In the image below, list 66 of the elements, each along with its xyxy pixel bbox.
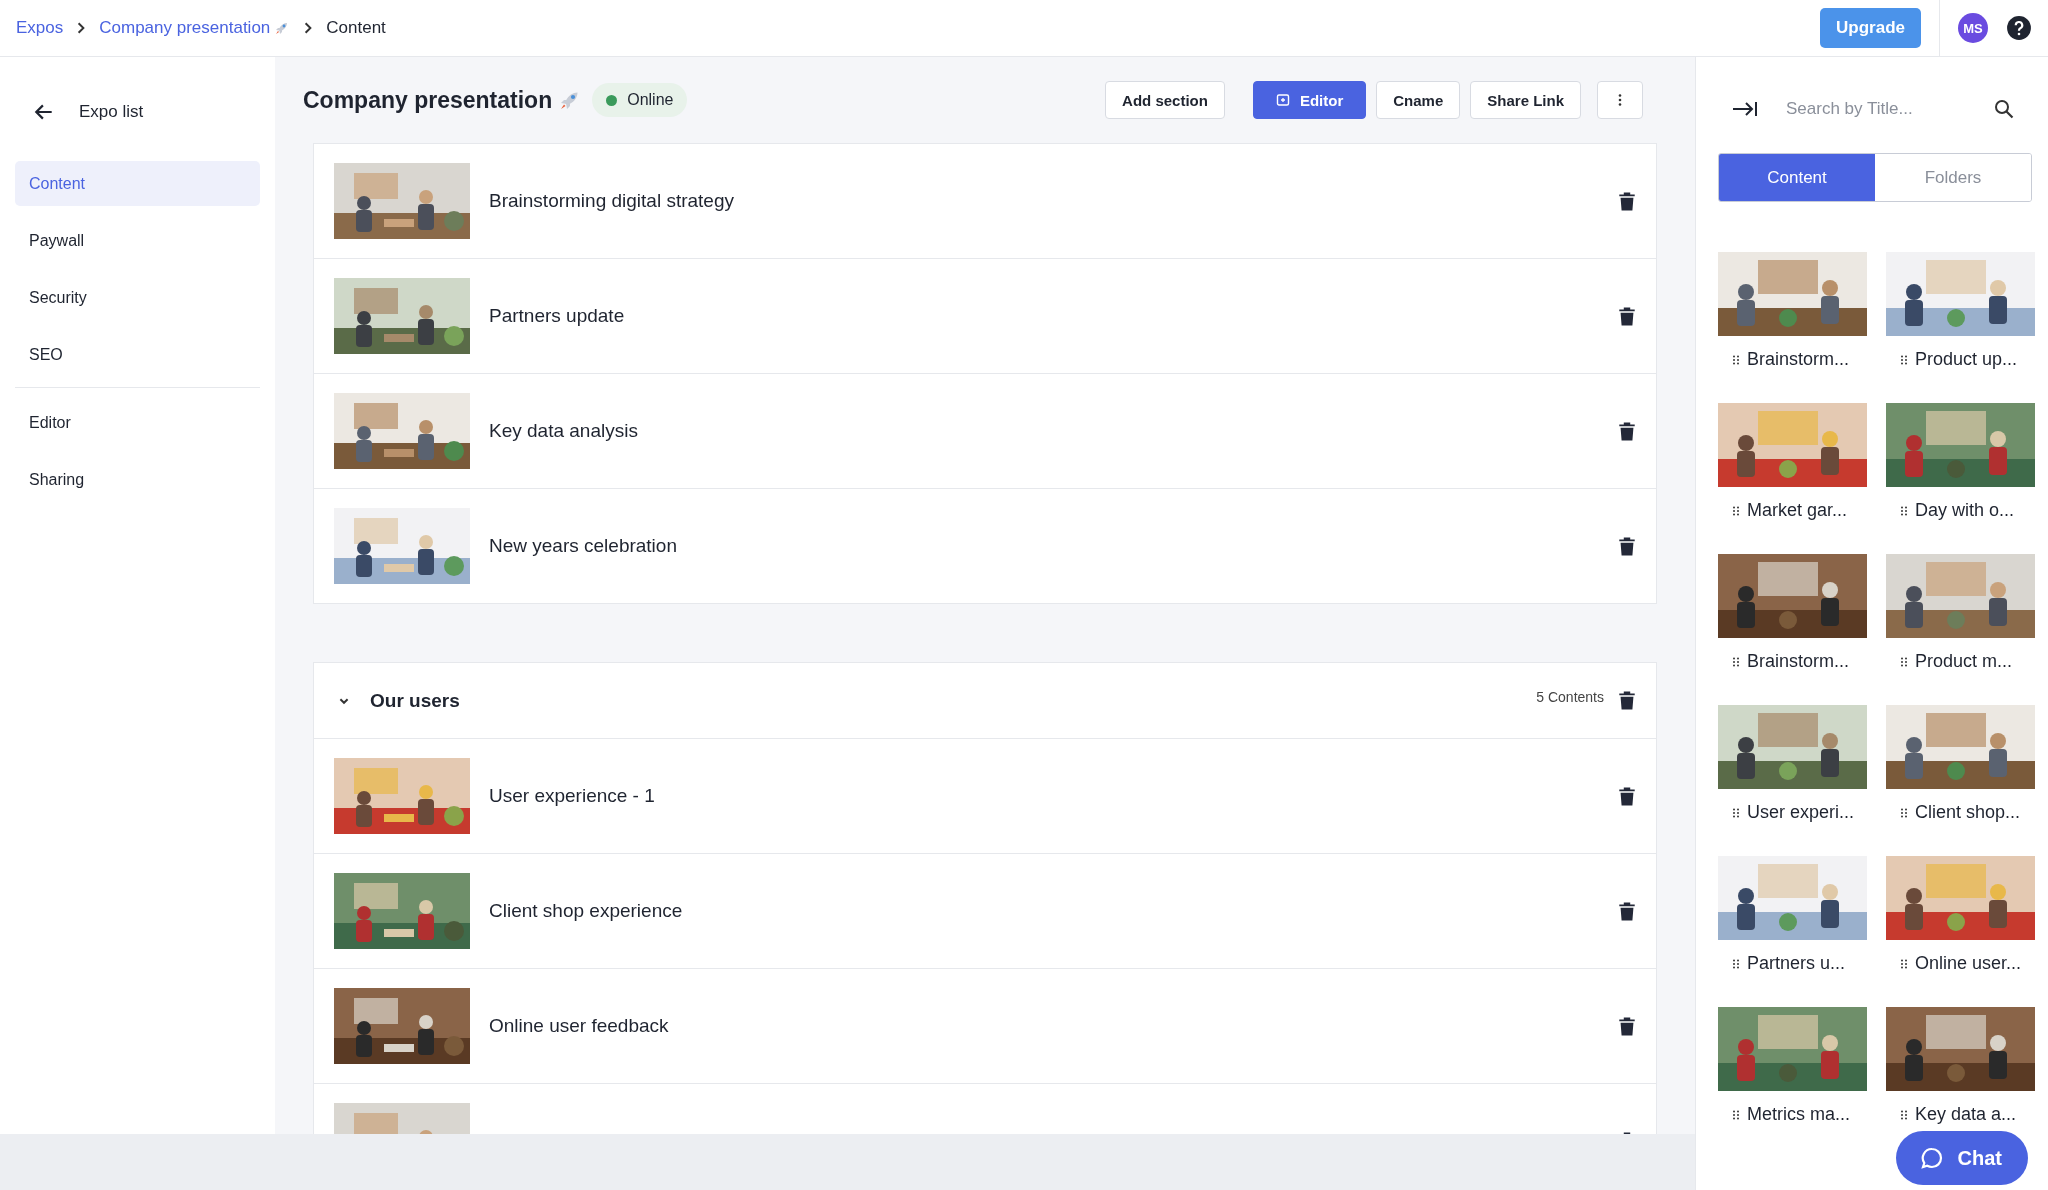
sidebar-item[interactable]: Sharing xyxy=(15,457,260,502)
content-caption: Product up... xyxy=(1915,349,2018,370)
drag-handle-icon[interactable] xyxy=(1901,505,1907,516)
edit-icon xyxy=(1275,93,1290,107)
content-caption: Market gar... xyxy=(1747,500,1848,521)
content-caption: Client shop... xyxy=(1915,802,2021,823)
drag-handle-icon[interactable] xyxy=(1901,354,1907,365)
chat-bubble-icon xyxy=(1919,1146,1944,1170)
sidebar-item[interactable]: Paywall xyxy=(15,218,260,263)
more-dots-icon xyxy=(1618,93,1622,107)
help-icon[interactable] xyxy=(2006,15,2032,41)
content-title[interactable]: Key data analysis xyxy=(489,420,1618,442)
drag-handle-icon[interactable] xyxy=(1733,807,1739,818)
content-caption: Metrics ma... xyxy=(1747,1104,1850,1125)
content-title[interactable]: Online user feedback xyxy=(489,1015,1618,1037)
sidebar-item[interactable]: SEO xyxy=(15,332,260,377)
page-title: Company presentation xyxy=(303,86,553,114)
trash-icon[interactable] xyxy=(1618,690,1636,711)
chat-button[interactable]: Chat xyxy=(1895,1131,2028,1185)
breadcrumb-current: Content xyxy=(326,18,386,38)
content-caption: Day with o... xyxy=(1915,500,2015,521)
trash-icon[interactable] xyxy=(1618,1015,1636,1037)
drag-handle-icon[interactable] xyxy=(1901,807,1907,818)
content-count: 5 Contents xyxy=(1536,689,1604,705)
sidebar-item[interactable]: Editor xyxy=(15,400,260,445)
drag-handle-icon[interactable] xyxy=(1901,656,1907,667)
collapse-panel-icon[interactable] xyxy=(1732,101,1758,117)
status-label: Online xyxy=(627,91,674,109)
content-title[interactable]: New years celebration xyxy=(489,535,1618,557)
drag-handle-icon[interactable] xyxy=(1733,505,1739,516)
content-title[interactable]: Partners update xyxy=(489,305,1618,327)
toolbar-button[interactable]: Add section xyxy=(1105,81,1225,119)
sidebar-item[interactable]: Content xyxy=(15,161,260,206)
content-caption: Product m... xyxy=(1915,651,2013,672)
content-caption: Brainstorm... xyxy=(1747,651,1850,672)
search-icon[interactable] xyxy=(1994,99,2014,119)
breadcrumb-link[interactable]: Company presentation xyxy=(99,18,271,38)
content-title[interactable]: User experience - 1 xyxy=(489,785,1618,807)
trash-icon[interactable] xyxy=(1618,190,1636,212)
drag-handle-icon[interactable] xyxy=(1901,958,1907,969)
sidebar-item[interactable]: Security xyxy=(15,275,260,320)
drag-handle-icon[interactable] xyxy=(1733,1109,1739,1120)
user-avatar[interactable]: MS xyxy=(1958,13,1988,43)
content-caption: Online user... xyxy=(1915,953,2022,974)
content-caption: Brainstorm... xyxy=(1747,349,1850,370)
trash-icon[interactable] xyxy=(1618,535,1636,557)
trash-icon[interactable] xyxy=(1618,305,1636,327)
drag-handle-icon[interactable] xyxy=(1733,958,1739,969)
trash-icon[interactable] xyxy=(1618,900,1636,922)
content-caption: Key data a... xyxy=(1915,1104,2017,1125)
drag-handle-icon[interactable] xyxy=(1733,656,1739,667)
toolbar-button[interactable]: Cname xyxy=(1376,81,1461,119)
drag-handle-icon[interactable] xyxy=(1901,1109,1907,1120)
content-caption: User experi... xyxy=(1747,802,1855,823)
trash-icon[interactable] xyxy=(1618,785,1636,807)
content-title[interactable]: Brainstorming digital strategy xyxy=(489,190,1618,212)
editor-button[interactable]: Editor xyxy=(1252,81,1367,119)
trash-icon[interactable] xyxy=(1618,420,1636,442)
drag-handle-icon[interactable] xyxy=(1733,354,1739,365)
section-title: Our users xyxy=(370,689,461,712)
content-caption: Partners u... xyxy=(1747,953,1846,974)
library-tab[interactable]: Content xyxy=(1719,154,1875,201)
content-title[interactable]: Client shop experience xyxy=(489,900,1618,922)
toolbar-button[interactable]: Share Link xyxy=(1470,81,1581,119)
breadcrumb-link[interactable]: Expos xyxy=(16,18,64,38)
back-link[interactable]: Expo list xyxy=(79,102,144,122)
